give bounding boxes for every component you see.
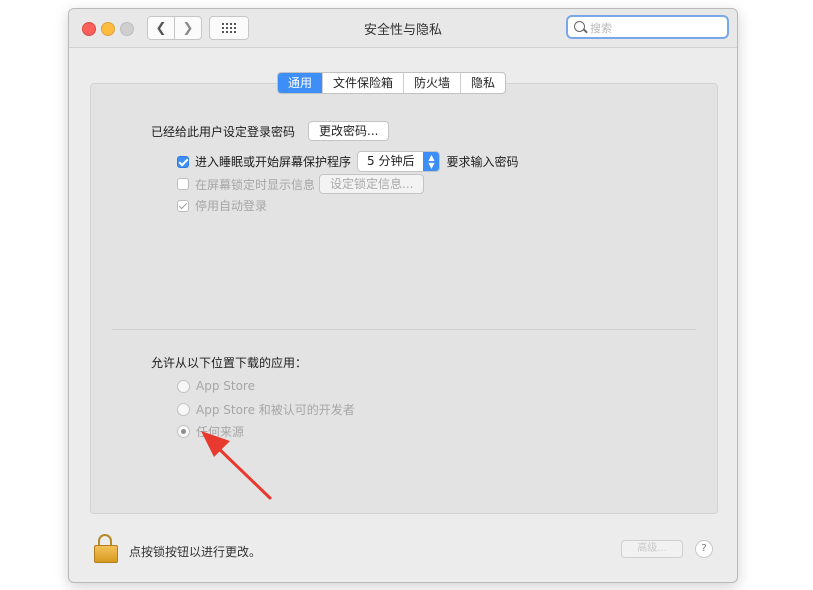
- tab-general[interactable]: 通用: [278, 73, 324, 93]
- tab-bar: 通用 文件保险箱 防火墙 隐私: [277, 72, 507, 94]
- tab-firewall[interactable]: 防火墙: [404, 73, 462, 93]
- tab-privacy[interactable]: 隐私: [461, 73, 505, 93]
- tab-filevault[interactable]: 文件保险箱: [323, 73, 405, 93]
